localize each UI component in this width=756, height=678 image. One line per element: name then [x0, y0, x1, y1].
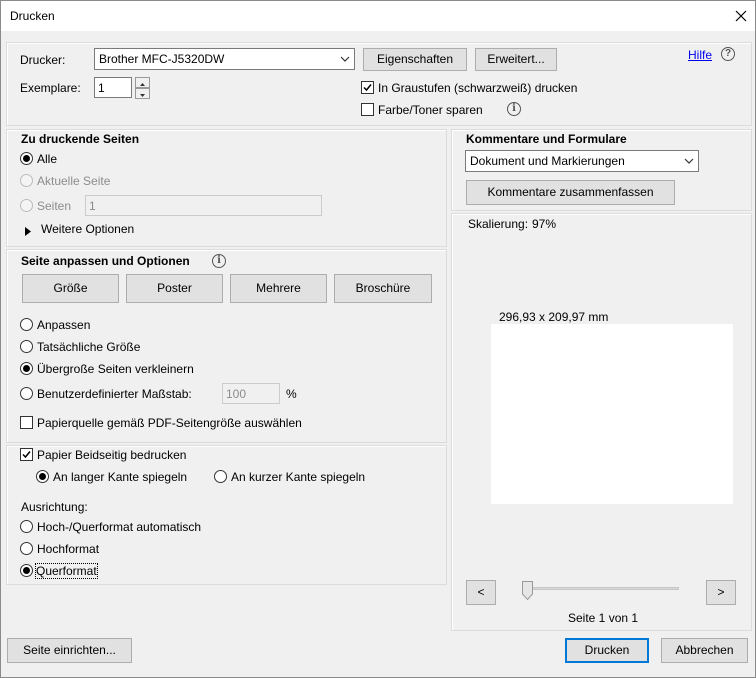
summarize-comments-button[interactable]: Kommentare zusammenfassen: [466, 180, 675, 205]
scaling-value: 97%: [532, 217, 557, 231]
page-dimensions: 296,93 x 209,97 mm: [499, 310, 609, 324]
poster-button[interactable]: Poster: [126, 274, 223, 303]
pages-range-radio[interactable]: [20, 199, 33, 212]
expand-triangle-icon[interactable]: [24, 225, 32, 239]
pages-range-label: Seiten: [37, 199, 72, 213]
printer-select[interactable]: Brother MFC-J5320DW: [94, 48, 355, 70]
portrait-label: Hochformat: [37, 542, 100, 556]
multiple-button[interactable]: Mehrere: [230, 274, 327, 303]
auto-orientation-label: Hoch-/Querformat automatisch: [37, 520, 202, 534]
long-edge-radio[interactable]: [36, 470, 49, 483]
short-edge-label: An kurzer Kante spiegeln: [231, 470, 366, 484]
chevron-down-icon: [683, 155, 695, 167]
page-status: Seite 1 von 1: [568, 611, 639, 625]
preview-page: [491, 324, 733, 504]
pages-heading: Zu druckende Seiten: [21, 132, 140, 146]
grayscale-label: In Graustufen (schwarzweiß) drucken: [378, 81, 578, 95]
copies-decrement[interactable]: [135, 88, 150, 99]
paper-source-label: Papierquelle gemäß PDF-Seitengröße auswä…: [37, 416, 302, 430]
next-page-button[interactable]: >: [706, 580, 736, 605]
percent-label: %: [286, 387, 297, 401]
window-title: Drucken: [10, 9, 55, 23]
size-button[interactable]: Größe: [22, 274, 119, 303]
actual-size-radio[interactable]: [20, 340, 33, 353]
long-edge-label: An langer Kante spiegeln: [53, 470, 188, 484]
actual-size-label: Tatsächliche Größe: [37, 340, 141, 354]
printer-select-value: Brother MFC-J5320DW: [99, 52, 225, 66]
pages-range-value: 1: [89, 199, 96, 213]
more-options-toggle[interactable]: Weitere Optionen: [41, 222, 134, 236]
custom-scale-radio[interactable]: [20, 387, 33, 400]
page-setup-button[interactable]: Seite einrichten...: [7, 638, 132, 663]
pages-current-radio[interactable]: [20, 174, 33, 187]
auto-orientation-radio[interactable]: [20, 520, 33, 533]
pages-all-radio[interactable]: [20, 152, 33, 165]
fit-label: Anpassen: [37, 318, 91, 332]
chevron-down-icon: [339, 53, 351, 65]
pages-range-input[interactable]: 1: [85, 195, 322, 216]
save-toner-label: Farbe/Toner sparen: [378, 103, 483, 117]
custom-scale-value: 100: [226, 387, 247, 401]
landscape-label: Querformat: [35, 563, 98, 579]
toner-info-icon[interactable]: i: [507, 102, 521, 116]
comments-select[interactable]: Dokument und Markierungen: [465, 150, 699, 172]
duplex-checkbox[interactable]: [20, 448, 33, 461]
slider-thumb-icon[interactable]: [522, 581, 533, 603]
paper-source-checkbox[interactable]: [20, 416, 33, 429]
scaling-label: Skalierung:: [468, 217, 529, 231]
title-bar: Drucken: [1, 1, 755, 31]
fit-heading: Seite anpassen und Optionen: [21, 254, 190, 268]
print-dialog: Drucken Drucker: Brother MFC-J5320DW Eig…: [0, 0, 756, 678]
shrink-oversized-radio[interactable]: [20, 362, 33, 375]
shrink-oversized-label: Übergroße Seiten verkleinern: [37, 362, 194, 376]
save-toner-checkbox[interactable]: [361, 103, 374, 116]
orientation-label: Ausrichtung:: [21, 500, 88, 514]
close-icon[interactable]: [729, 4, 753, 28]
pages-all-label: Alle: [37, 152, 58, 166]
grayscale-checkbox[interactable]: [361, 81, 374, 94]
short-edge-radio[interactable]: [214, 470, 227, 483]
print-button[interactable]: Drucken: [565, 638, 649, 663]
duplex-label: Papier Beidseitig bedrucken: [37, 448, 187, 462]
custom-scale-input[interactable]: 100: [222, 383, 280, 404]
custom-scale-label: Benutzerdefinierter Maßstab:: [37, 387, 192, 401]
comments-select-value: Dokument und Markierungen: [470, 154, 625, 168]
prev-page-button[interactable]: <: [466, 580, 496, 605]
page-slider-track[interactable]: [522, 587, 679, 590]
portrait-radio[interactable]: [20, 542, 33, 555]
booklet-button[interactable]: Broschüre: [334, 274, 432, 303]
copies-increment[interactable]: [135, 77, 150, 88]
copies-input[interactable]: 1: [94, 77, 132, 98]
help-question-icon[interactable]: ?: [721, 47, 735, 61]
advanced-button[interactable]: Erweitert...: [475, 48, 557, 71]
printer-label: Drucker:: [20, 53, 66, 67]
cancel-button[interactable]: Abbrechen: [661, 638, 748, 663]
landscape-radio[interactable]: [20, 564, 33, 577]
help-link[interactable]: Hilfe: [688, 48, 712, 62]
fit-radio[interactable]: [20, 318, 33, 331]
copies-label: Exemplare:: [20, 81, 81, 95]
pages-current-label: Aktuelle Seite: [37, 174, 111, 188]
properties-button[interactable]: Eigenschaften: [363, 48, 467, 71]
copies-value: 1: [98, 81, 105, 95]
comments-heading: Kommentare und Formulare: [466, 132, 627, 146]
fit-info-icon[interactable]: i: [212, 254, 226, 268]
